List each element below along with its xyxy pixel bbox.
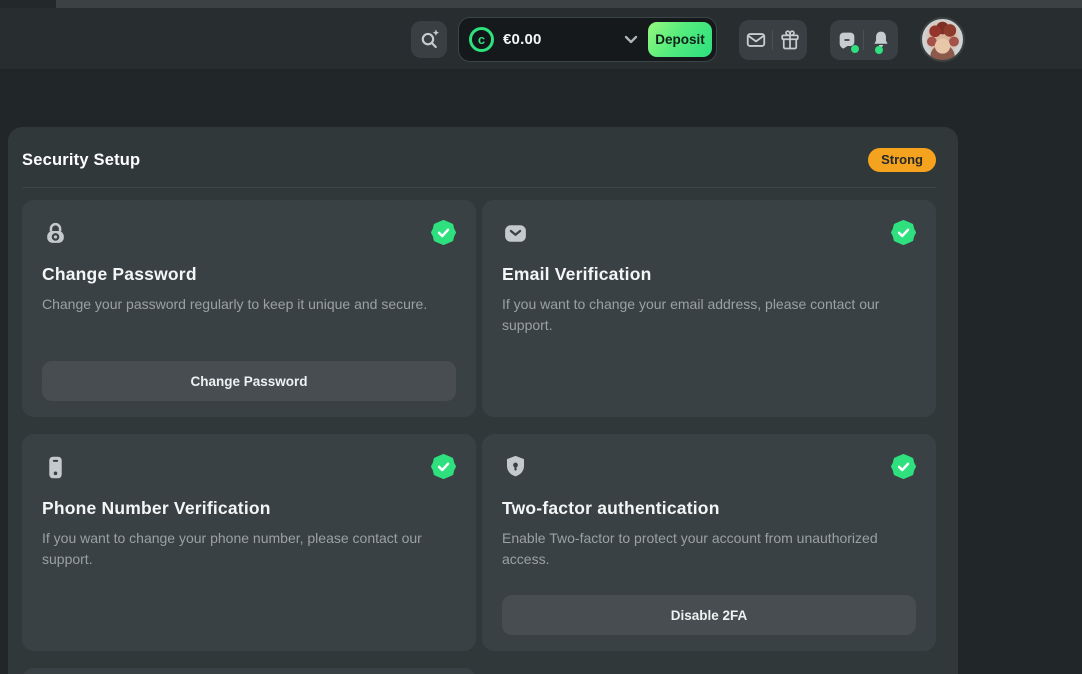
top-navbar: c €0.00 Deposit (0, 8, 1082, 69)
card-description: Change your password regularly to keep i… (42, 294, 456, 315)
bell-status-dot (875, 46, 883, 54)
card-title: Two-factor authentication (502, 498, 916, 519)
verified-check-badge-icon (431, 454, 456, 479)
search-button[interactable] (411, 21, 447, 58)
security-setup-panel: Security Setup Strong (8, 127, 958, 674)
lock-icon (42, 220, 69, 247)
card-email-verification: Email Verification If you want to change… (482, 200, 936, 417)
card-description: If you want to change your phone number,… (42, 528, 456, 570)
search-sparkle-icon (418, 28, 441, 51)
user-avatar[interactable] (920, 17, 965, 62)
security-strength-badge: Strong (868, 148, 936, 172)
chat-status-dot (851, 45, 859, 53)
panel-header: Security Setup Strong (22, 127, 936, 185)
mail-button[interactable] (739, 20, 772, 60)
phone-icon (42, 454, 69, 481)
card-change-password: Change Password Change your password reg… (22, 200, 476, 417)
card-title: Phone Number Verification (42, 498, 456, 519)
notifications-button[interactable] (864, 20, 897, 60)
coin-icon: c (469, 27, 494, 52)
card-description: If you want to change your email address… (502, 294, 916, 336)
verified-check-badge-icon (431, 220, 456, 245)
wallet-balance-selector[interactable]: c €0.00 Deposit (458, 17, 717, 62)
page-title: Security Setup (22, 151, 140, 170)
top-strip (0, 0, 1082, 8)
mail-gift-group (739, 20, 807, 60)
top-strip-left-segment (0, 0, 56, 8)
disable-2fa-button[interactable]: Disable 2FA (502, 595, 916, 635)
chat-button[interactable] (830, 20, 863, 60)
verified-check-badge-icon (891, 454, 916, 479)
gift-icon (779, 29, 801, 51)
card-partial-next (22, 668, 476, 674)
screen: c €0.00 Deposit (0, 0, 1082, 674)
card-description: Enable Two-factor to protect your accoun… (502, 528, 916, 570)
verified-check-badge-icon (891, 220, 916, 245)
wallet-balance: €0.00 (503, 31, 542, 48)
change-password-button[interactable]: Change Password (42, 361, 456, 401)
header-divider (22, 187, 936, 188)
deposit-button[interactable]: Deposit (648, 22, 712, 57)
mail-icon (745, 29, 767, 51)
chat-notification-group (830, 20, 898, 60)
chevron-down-icon (624, 35, 638, 44)
shield-keyhole-icon (502, 454, 529, 481)
card-title: Change Password (42, 264, 456, 285)
gift-button[interactable] (773, 20, 806, 60)
card-title: Email Verification (502, 264, 916, 285)
security-cards-grid: Change Password Change your password reg… (22, 200, 936, 674)
card-phone-verification: Phone Number Verification If you want to… (22, 434, 476, 651)
mail-icon (502, 220, 529, 247)
card-two-factor: Two-factor authentication Enable Two-fac… (482, 434, 936, 651)
